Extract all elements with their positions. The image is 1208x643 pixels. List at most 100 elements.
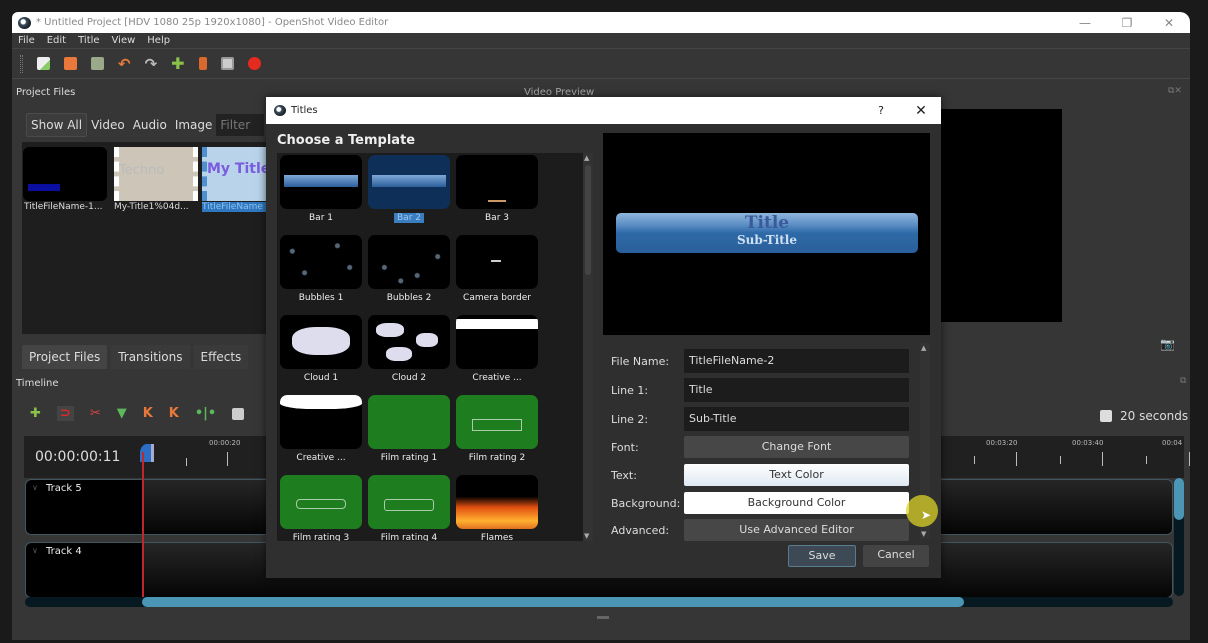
timecode-display: 00:00:00:11 <box>35 449 121 465</box>
tab-transitions[interactable]: Transitions <box>111 345 190 369</box>
open-project-icon[interactable] <box>64 57 77 70</box>
filter-image[interactable]: Image <box>171 114 217 136</box>
main-toolbar: ↶ ↷ ✚ <box>12 49 1190 79</box>
scroll-down-icon[interactable]: ▼ <box>584 532 589 540</box>
title-bar: * Untitled Project [HDV 1080 25p 1920x10… <box>12 12 1190 33</box>
scroll-up-icon[interactable]: ▲ <box>584 154 589 162</box>
template-film-rating-2[interactable]: Film rating 2 <box>456 395 538 463</box>
ruler-label: 00:00:20 <box>209 439 241 447</box>
track-collapse-icon[interactable]: ∨ <box>32 546 38 555</box>
template-grid-scrollbar[interactable]: ▲ ▼ <box>583 153 593 541</box>
filter-show-all[interactable]: Show All <box>26 113 88 137</box>
template-film-rating-3[interactable]: Film rating 3 <box>280 475 362 541</box>
filter-input[interactable]: Filter <box>216 114 265 136</box>
timeline-toolbar: ✚ ⊃ ✂ ▼ K K •|• <box>30 406 245 421</box>
template-camera-border[interactable]: Camera border <box>456 235 538 303</box>
window-title: * Untitled Project [HDV 1080 25p 1920x10… <box>36 17 389 28</box>
file-thumbnail[interactable] <box>23 147 107 201</box>
file-thumbnail-selected[interactable]: My Title <box>202 147 272 201</box>
zoom-slider-handle[interactable] <box>1100 410 1112 422</box>
previous-marker-icon[interactable]: K <box>143 406 153 421</box>
restore-button[interactable]: ❐ <box>1106 16 1148 30</box>
scroll-up-icon[interactable]: ▲ <box>921 344 926 352</box>
tab-project-files[interactable]: Project Files <box>22 345 108 369</box>
line2-label: Line 2: <box>611 412 649 426</box>
template-bubbles-1[interactable]: Bubbles 1 <box>280 235 362 303</box>
profile-icon[interactable] <box>198 57 207 70</box>
cancel-button[interactable]: Cancel <box>863 545 929 567</box>
template-bar-3[interactable]: Bar 3 <box>456 155 538 223</box>
line1-label: Line 1: <box>611 383 649 397</box>
save-button[interactable]: Save <box>788 545 856 567</box>
menu-view[interactable]: View <box>112 35 136 46</box>
export-video-icon[interactable] <box>247 57 261 70</box>
help-button[interactable]: ? <box>861 104 901 117</box>
line1-input[interactable]: Title <box>684 378 909 402</box>
preview-subtitle-text: Sub-Title <box>737 233 797 247</box>
template-cloud-1[interactable]: Cloud 1 <box>280 315 362 383</box>
minimize-button[interactable]: — <box>1064 16 1106 30</box>
template-bar-2[interactable]: Bar 2 <box>368 155 450 223</box>
undo-icon[interactable]: ↶ <box>118 55 131 73</box>
panel-float-close-icon[interactable]: ⧉✕ <box>1168 86 1182 96</box>
template-creative-1[interactable]: Creative ... <box>456 315 538 383</box>
text-label: Text: <box>611 468 637 482</box>
dialog-close-button[interactable]: ✕ <box>901 103 941 119</box>
import-files-icon[interactable]: ✚ <box>171 54 184 73</box>
snap-icon[interactable]: ⊃ <box>56 406 74 421</box>
zoom-icon[interactable] <box>232 407 245 420</box>
line2-input[interactable]: Sub-Title <box>684 407 909 431</box>
menu-file[interactable]: File <box>18 35 35 46</box>
splitter-handle[interactable] <box>597 616 609 619</box>
menu-title[interactable]: Title <box>78 35 99 46</box>
track-collapse-icon[interactable]: ∨ <box>32 483 38 492</box>
filter-video[interactable]: Video <box>87 114 129 136</box>
horizontal-scroll-thumb[interactable] <box>142 597 964 607</box>
template-creative-2[interactable]: Creative ... <box>280 395 362 463</box>
toolbar-grip[interactable] <box>20 54 23 73</box>
openshot-logo-icon <box>274 105 286 116</box>
tab-effects[interactable]: Effects <box>193 345 249 369</box>
timeline-float-icon[interactable]: ⧉ <box>1180 376 1186 386</box>
file-name-input[interactable]: TitleFileName-2 <box>684 349 909 373</box>
project-files-title: Project Files <box>16 87 76 98</box>
camera-icon[interactable]: 📷 <box>1160 337 1175 351</box>
add-marker-icon[interactable]: ▼ <box>117 406 127 421</box>
next-marker-icon[interactable]: K <box>169 406 179 421</box>
add-track-icon[interactable]: ✚ <box>30 406 41 421</box>
filter-audio[interactable]: Audio <box>129 114 171 136</box>
background-color-button[interactable]: Background Color <box>684 492 909 514</box>
file-name: My-Title1%04d... <box>114 202 189 212</box>
timeline-vertical-scrollbar[interactable] <box>1174 478 1184 596</box>
text-color-button[interactable]: Text Color <box>684 464 909 486</box>
template-flames[interactable]: Flames <box>456 475 538 541</box>
center-playhead-icon[interactable]: •|• <box>195 406 216 421</box>
change-font-button[interactable]: Change Font <box>684 436 909 458</box>
save-project-icon[interactable] <box>91 57 104 70</box>
file-thumbnail[interactable]: Techno <box>114 147 198 201</box>
menu-edit[interactable]: Edit <box>47 35 66 46</box>
file-name-label: File Name: <box>611 354 670 368</box>
redo-icon[interactable]: ↷ <box>145 55 158 73</box>
track-header <box>26 480 144 534</box>
scroll-down-icon[interactable]: ▼ <box>921 530 926 538</box>
vertical-scroll-thumb[interactable] <box>1174 478 1184 520</box>
new-project-icon[interactable] <box>37 57 50 70</box>
razor-icon[interactable]: ✂ <box>90 406 101 421</box>
advanced-editor-button[interactable]: Use Advanced Editor <box>684 519 909 541</box>
project-files-list: TitleFileName-1... Techno My-Title1%04d.… <box>22 142 272 334</box>
template-cloud-2[interactable]: Cloud 2 <box>368 315 450 383</box>
timeline-horizontal-scrollbar[interactable] <box>25 597 1173 607</box>
template-film-rating-4[interactable]: Film rating 4 <box>368 475 450 541</box>
video-preview-canvas <box>940 109 1062 322</box>
template-bubbles-2[interactable]: Bubbles 2 <box>368 235 450 303</box>
template-grid: Bar 1 Bar 2 Bar 3 Bubbles 1 Bubbles 2 Ca… <box>277 153 583 541</box>
template-film-rating-1[interactable]: Film rating 1 <box>368 395 450 463</box>
menu-help[interactable]: Help <box>147 35 170 46</box>
dialog-title: Titles <box>291 105 318 116</box>
fullscreen-icon[interactable] <box>220 57 234 70</box>
template-scroll-thumb[interactable] <box>585 165 591 275</box>
close-button[interactable]: ✕ <box>1148 16 1190 30</box>
openshot-logo-icon <box>18 16 31 29</box>
template-bar-1[interactable]: Bar 1 <box>280 155 362 223</box>
